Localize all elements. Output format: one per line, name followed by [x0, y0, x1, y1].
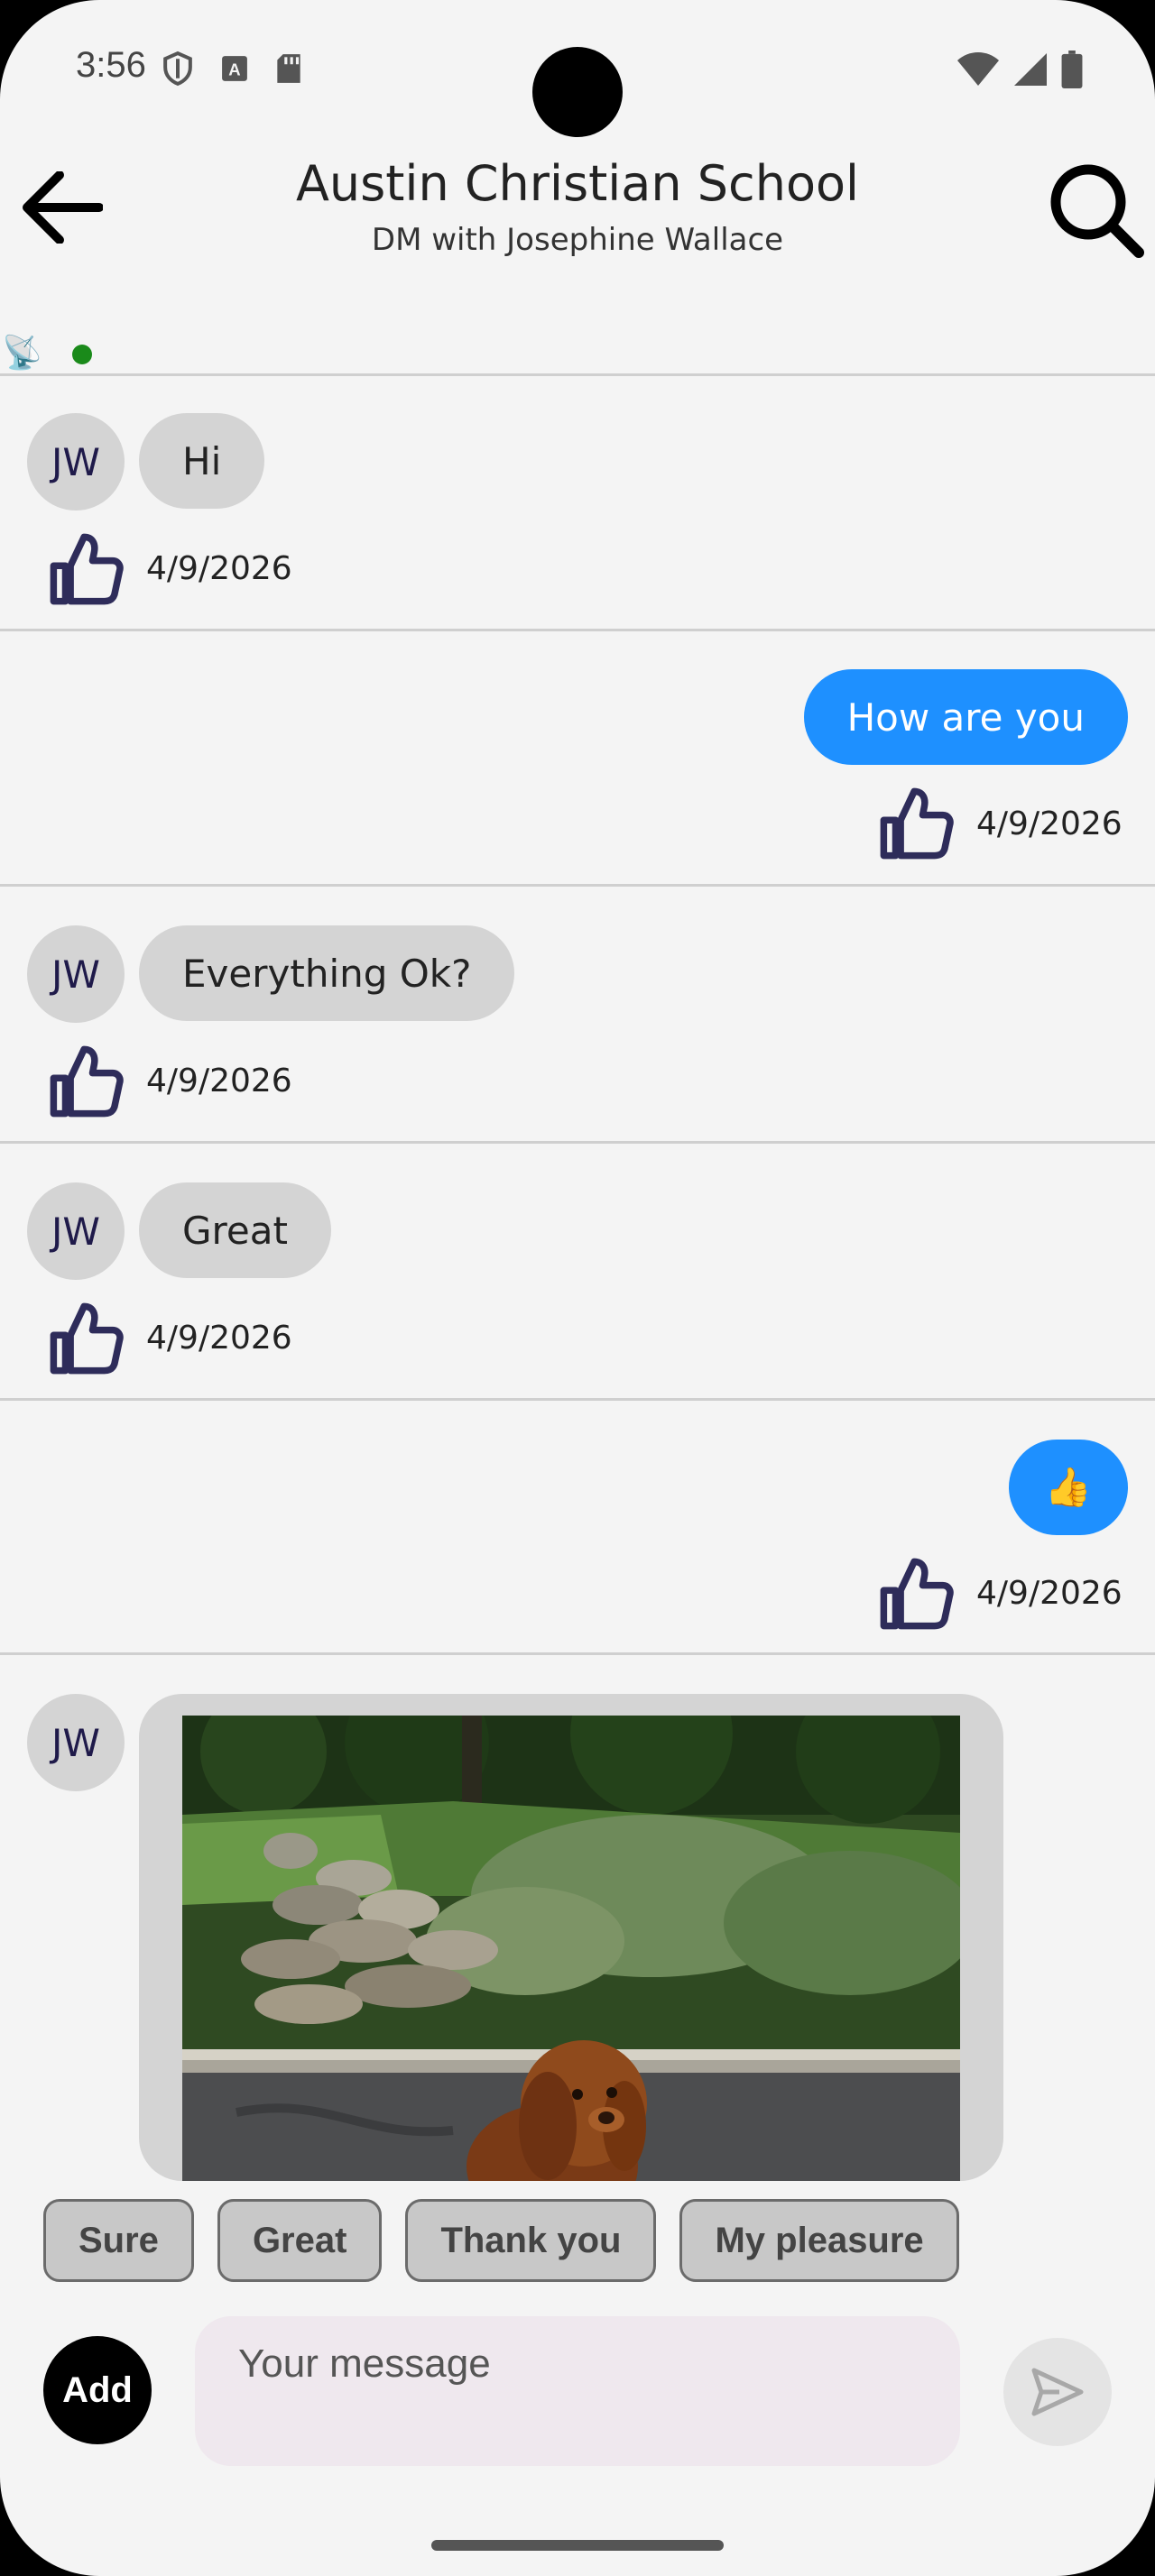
- message-bubble-incoming[interactable]: Everything Ok?: [139, 925, 515, 1021]
- signal-icon: [1014, 53, 1047, 86]
- avatar[interactable]: JW: [27, 925, 125, 1023]
- shield-icon: [163, 51, 192, 87]
- thumbs-up-icon[interactable]: [875, 1553, 956, 1634]
- avatar[interactable]: JW: [27, 413, 125, 511]
- avatar[interactable]: JW: [27, 1182, 125, 1280]
- thumbs-up-icon[interactable]: [875, 783, 956, 864]
- message-date: 4/9/2026: [146, 550, 292, 587]
- dog-photo[interactable]: [182, 1716, 960, 2181]
- thumbs-up-icon[interactable]: [45, 529, 126, 610]
- message-date: 4/9/2026: [976, 805, 1123, 842]
- status-icons-left: A: [161, 51, 303, 87]
- divider: [0, 1141, 1155, 1144]
- svg-text:A: A: [228, 60, 240, 79]
- chat-header: Austin Christian School DM with Josephin…: [0, 135, 1155, 316]
- divider: [0, 373, 1155, 376]
- send-icon: [1031, 2368, 1084, 2416]
- page-title: Austin Christian School: [295, 155, 860, 212]
- antenna-icon: 📡: [2, 335, 42, 372]
- avatar[interactable]: JW: [27, 1694, 125, 1791]
- search-button[interactable]: [1041, 155, 1150, 263]
- battery-icon: [1061, 51, 1083, 88]
- camera-cutout: [532, 47, 623, 137]
- send-button[interactable]: [1003, 2338, 1112, 2446]
- message-bubble-incoming[interactable]: Great: [139, 1182, 331, 1278]
- divider: [0, 884, 1155, 887]
- quick-reply-my-pleasure[interactable]: My pleasure: [679, 2199, 959, 2282]
- quick-reply-great[interactable]: Great: [217, 2199, 383, 2282]
- message-input[interactable]: [195, 2316, 960, 2466]
- online-indicator: [72, 345, 92, 364]
- status-time: 3:56: [76, 45, 146, 85]
- add-button[interactable]: Add: [43, 2336, 152, 2444]
- message-bubble-incoming[interactable]: Hi: [139, 413, 265, 509]
- quick-reply-sure[interactable]: Sure: [43, 2199, 194, 2282]
- connection-status: 📡: [0, 328, 1155, 373]
- message-bubble-outgoing[interactable]: 👍: [1008, 1440, 1128, 1535]
- sd-card-icon: [277, 54, 300, 83]
- page-subtitle: DM with Josephine Wallace: [371, 222, 784, 258]
- quick-replies: Sure Great Thank you My pleasure: [43, 2199, 959, 2282]
- status-icons-right: [956, 51, 1083, 88]
- text-input-icon: A: [222, 56, 247, 81]
- divider: [0, 1398, 1155, 1401]
- message-date: 4/9/2026: [146, 1063, 292, 1099]
- thumbs-up-icon[interactable]: [45, 1298, 126, 1379]
- quick-reply-thank-you[interactable]: Thank you: [405, 2199, 657, 2282]
- divider: [0, 629, 1155, 631]
- message-date: 4/9/2026: [146, 1320, 292, 1357]
- message-image-bubble[interactable]: [139, 1694, 1003, 2181]
- thumbs-up-icon[interactable]: [45, 1041, 126, 1122]
- app-screen: 3:56 A Austin Christian School DM with J…: [0, 0, 1155, 2576]
- message-date: 4/9/2026: [976, 1575, 1123, 1612]
- wifi-icon: [957, 52, 999, 86]
- status-bar: 3:56 A: [0, 0, 1155, 137]
- divider: [0, 1652, 1155, 1655]
- message-bubble-outgoing[interactable]: How are you: [803, 669, 1128, 765]
- search-icon: [1050, 164, 1144, 258]
- home-indicator[interactable]: [431, 2540, 724, 2551]
